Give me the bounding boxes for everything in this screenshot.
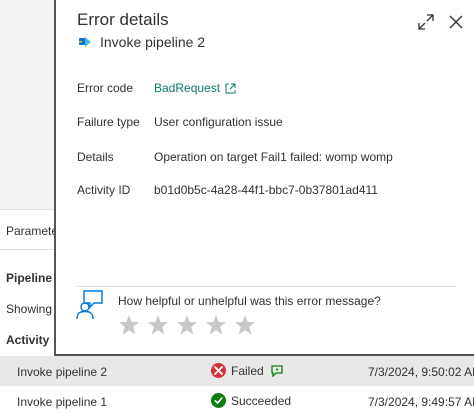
pipelines-heading: Pipeline <box>6 271 53 285</box>
pipeline-icon <box>79 37 91 47</box>
feedback-person-icon <box>76 290 103 320</box>
failed-icon <box>211 363 226 378</box>
run-start-time: 7/3/2024, 9:50:02 AM <box>368 365 474 379</box>
feedback-question: How helpful or unhelpful was this error … <box>118 294 381 308</box>
status-cell: Succeeded <box>211 393 291 408</box>
failure-type-value: User configuration issue <box>154 115 283 129</box>
tab-parameters-label: Paramete <box>6 224 59 238</box>
table-row[interactable]: Invoke pipeline 2 Failed 7/3/2024, 9:50:… <box>0 356 474 386</box>
showing-text: Showing <box>6 302 53 316</box>
details-label: Details <box>77 150 114 164</box>
error-code-value[interactable]: BadRequest <box>154 81 220 95</box>
failure-type-label: Failure type <box>77 115 140 129</box>
expand-icon[interactable] <box>418 14 434 30</box>
star-rating[interactable] <box>118 314 263 336</box>
divider <box>77 286 457 287</box>
table-row[interactable]: Invoke pipeline 1 Succeeded 7/3/2024, 9:… <box>0 386 474 413</box>
activity-name: Invoke pipeline 2 <box>100 34 206 50</box>
activity-column-header: Activity <box>6 333 50 347</box>
star-icon[interactable] <box>205 314 227 336</box>
status-label: Succeeded <box>231 393 292 408</box>
activity-subtitle: Invoke pipeline 2 <box>78 34 205 50</box>
succeeded-icon <box>211 393 226 408</box>
details-value: Operation on target Fail1 failed: womp w… <box>154 150 393 164</box>
error-code-link[interactable]: BadRequest <box>154 81 236 95</box>
activity-name[interactable]: Invoke pipeline 2 <box>17 365 107 379</box>
chat-icon[interactable] <box>270 364 284 377</box>
status-cell: Failed <box>211 363 284 378</box>
error-details-panel: Error details Invoke pipeline 2 Error co… <box>54 0 474 356</box>
run-start-time: 7/3/2024, 9:49:57 AM <box>368 395 474 409</box>
status-label: Failed <box>231 363 264 378</box>
close-icon[interactable] <box>448 14 464 30</box>
panel-title: Error details <box>77 10 169 29</box>
star-icon[interactable] <box>176 314 198 336</box>
error-code-label: Error code <box>77 81 134 95</box>
star-icon[interactable] <box>147 314 169 336</box>
activity-name[interactable]: Invoke pipeline 1 <box>17 395 107 409</box>
star-icon[interactable] <box>118 314 140 336</box>
activity-id-value: b01d0b5c-4a28-44f1-bbc7-0b37801ad411 <box>154 183 378 197</box>
activity-id-label: Activity ID <box>77 183 131 197</box>
external-link-icon[interactable] <box>225 83 236 94</box>
star-icon[interactable] <box>234 314 256 336</box>
